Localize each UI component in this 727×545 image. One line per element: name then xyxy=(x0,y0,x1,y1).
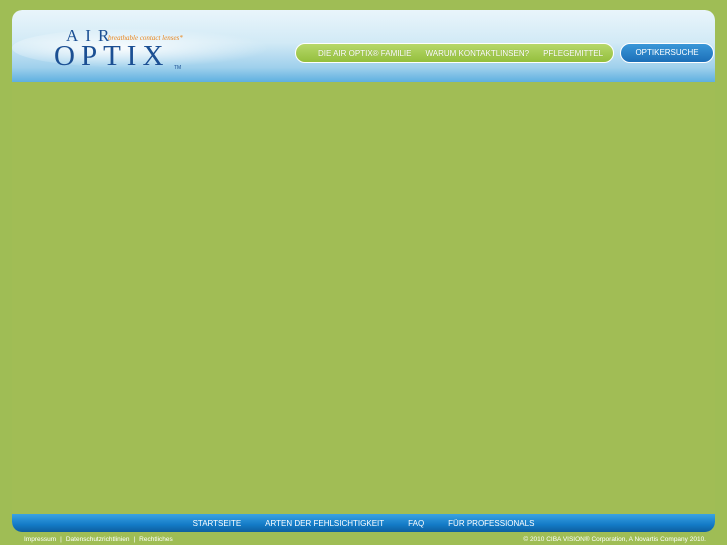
footer: Impressum | Datenschutzrichtlinien | Rechtli… xyxy=(24,536,706,545)
bottom-nav-item-vision-types[interactable]: ARTEN DER FEHLSICHTIGKEIT xyxy=(265,519,384,528)
top-nav-item-family[interactable]: DIE AIR OPTIX® FAMILIE xyxy=(296,49,418,58)
footer-separator: | xyxy=(60,536,62,543)
footer-link-impressum[interactable]: Impressum xyxy=(24,536,56,543)
optician-search-button[interactable]: OPTIKERSUCHE xyxy=(620,43,714,63)
page-frame: AIR breathable contact lenses* OPTIX TM … xyxy=(12,10,715,532)
main-content-area xyxy=(12,82,715,514)
logo-optix-text: OPTIX xyxy=(54,40,170,72)
footer-links: Impressum | Datenschutzrichtlinien | Rechtli… xyxy=(24,536,173,543)
bottom-nav-item-professionals[interactable]: FÜR PROFESSIONALS xyxy=(448,519,534,528)
top-nav: DIE AIR OPTIX® FAMILIE WARUM KONTAKTLINS… xyxy=(295,43,614,63)
footer-separator: | xyxy=(133,536,136,543)
top-nav-item-care-products[interactable]: PFLEGEMITTEL xyxy=(536,49,610,58)
footer-link-legal[interactable]: Rechtliches xyxy=(139,536,173,543)
bottom-nav: STARTSEITE ARTEN DER FEHLSICHTIGKEIT FAQ… xyxy=(12,514,715,532)
bottom-nav-item-home[interactable]: STARTSEITE xyxy=(193,519,242,528)
header: AIR breathable contact lenses* OPTIX TM … xyxy=(12,10,715,82)
logo-trademark: TM xyxy=(174,65,182,71)
footer-link-privacy[interactable]: Datenschutzrichtlinien xyxy=(66,536,130,543)
footer-copyright: © 2010 CIBA VISION® Corporation, A Novar… xyxy=(523,536,706,543)
air-optix-logo[interactable]: AIR breathable contact lenses* OPTIX TM xyxy=(52,24,222,72)
bottom-nav-item-faq[interactable]: FAQ xyxy=(408,519,424,528)
top-nav-item-why-contacts[interactable]: WARUM KONTAKTLINSEN? xyxy=(418,49,536,58)
